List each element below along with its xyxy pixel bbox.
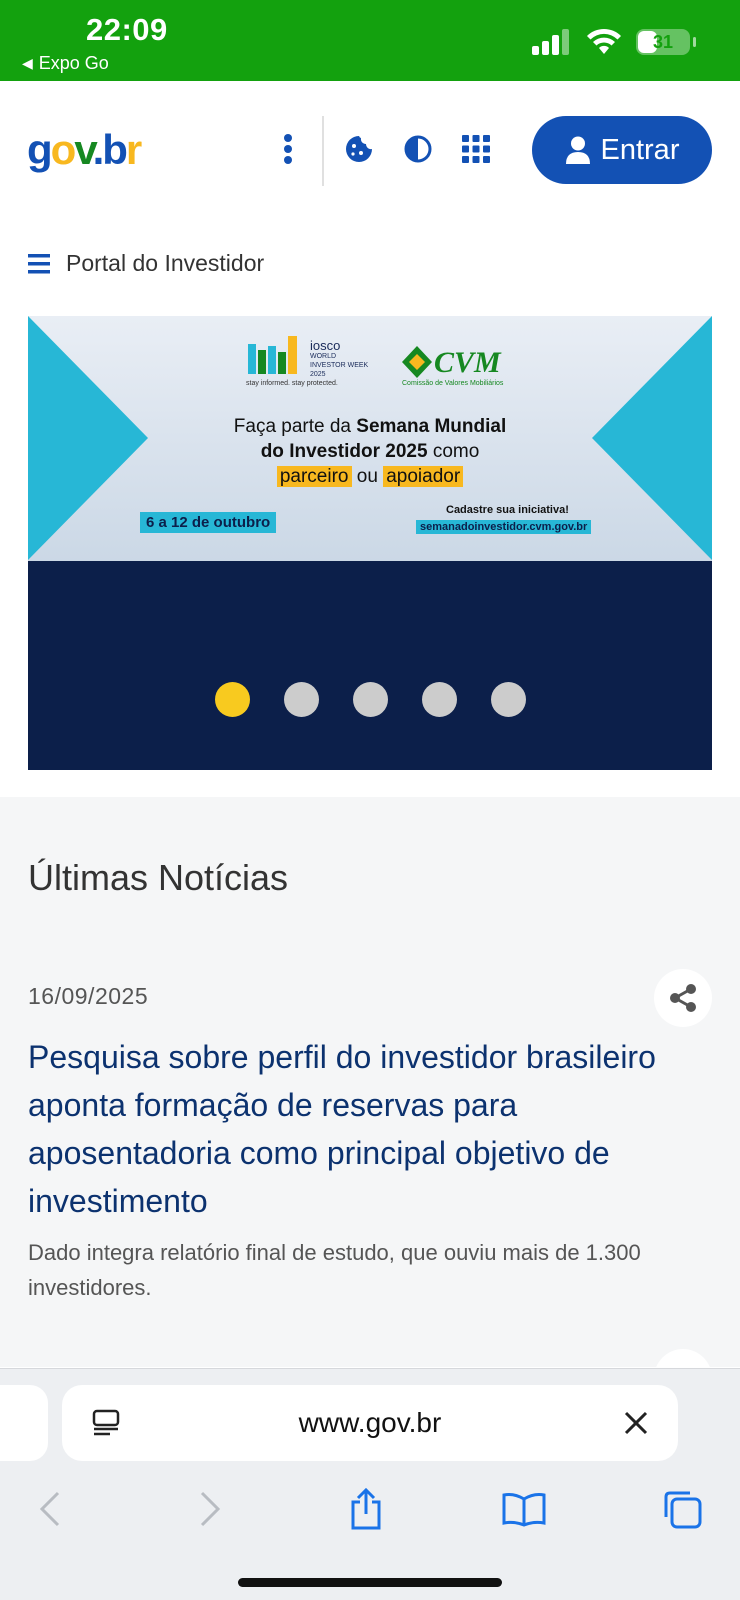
share-sheet-icon[interactable] [342,1485,390,1533]
previous-tab-preview[interactable] [0,1385,48,1461]
cookie-icon[interactable] [341,131,377,167]
iosco-logo: iosco WORLD INVESTOR WEEK 2025 stay info… [246,336,369,387]
tabs-icon[interactable] [658,1485,706,1533]
status-bar: 22:09 ◀ Expo Go 31 [0,0,740,81]
back-to-app[interactable]: ◀ Expo Go [22,53,109,74]
battery-level: 31 [652,32,674,52]
status-time: 22:09 [86,12,168,47]
cvm-logo: CVM Comissão de Valores Mobiliários [402,346,504,387]
url-text: www.gov.br [298,1407,442,1438]
carousel-dot-1[interactable] [214,682,250,717]
status-icons: 31 [532,28,696,56]
share-icon [670,984,696,1012]
close-icon[interactable] [618,1405,654,1441]
apps-grid-icon[interactable] [458,131,494,167]
site-header: gov.br Entrar [0,81,740,216]
home-indicator [238,1578,502,1587]
signal-icon [532,29,569,55]
news-headline-link[interactable]: Pesquisa sobre perfil do investidor bras… [28,1033,708,1225]
battery-indicator: 31 [636,29,696,55]
share-button[interactable] [654,969,712,1027]
banner-cta: Cadastre sua iniciativa! [446,504,569,516]
forward-icon[interactable] [186,1485,234,1533]
portal-menu[interactable]: Portal do Investidor [28,250,264,277]
carousel-dot-5[interactable] [490,682,526,717]
login-button[interactable]: Entrar [532,116,712,184]
banner-headline: Faça parte da Semana Mundial do Investid… [233,416,507,487]
news-date: 16/09/2025 [28,983,149,1009]
browser-toolbar: www.gov.br [0,1368,740,1600]
back-icon[interactable] [26,1485,74,1533]
carousel-dot-4[interactable] [421,682,457,717]
contrast-icon[interactable] [400,131,436,167]
latest-news-section: Últimas Notícias 16/09/2025 Pesquisa sob… [0,797,740,1407]
carousel-dot-3[interactable] [352,682,388,717]
bookmarks-icon[interactable] [500,1485,548,1533]
event-dates: 6 a 12 de outubro [140,512,277,533]
promo-slide[interactable]: iosco WORLD INVESTOR WEEK 2025 stay info… [28,316,712,561]
hamburger-menu-icon[interactable] [28,253,50,274]
carousel-pagination [28,682,712,717]
news-summary: Dado integra relatório final de estudo, … [28,1240,641,1300]
banner-site-link[interactable]: semanadoinvestidor.cvm.gov.br [416,520,592,534]
wifi-icon [587,28,621,54]
header-divider [322,116,324,186]
left-triangle-decoration [28,316,148,560]
user-icon [565,136,590,164]
address-bar[interactable]: www.gov.br [62,1385,678,1461]
back-triangle-icon: ◀ [22,55,33,71]
section-title: Últimas Notícias [28,857,289,898]
more-vertical-icon[interactable] [270,131,306,167]
login-label: Entrar [600,133,680,166]
banner-carousel[interactable]: iosco WORLD INVESTOR WEEK 2025 stay info… [28,316,712,770]
carousel-dot-2[interactable] [283,682,319,717]
right-triangle-decoration [592,316,712,560]
portal-title: Portal do Investidor [66,250,265,276]
back-app-label: Expo Go [38,53,109,73]
govbr-logo[interactable]: gov.br [27,129,142,171]
